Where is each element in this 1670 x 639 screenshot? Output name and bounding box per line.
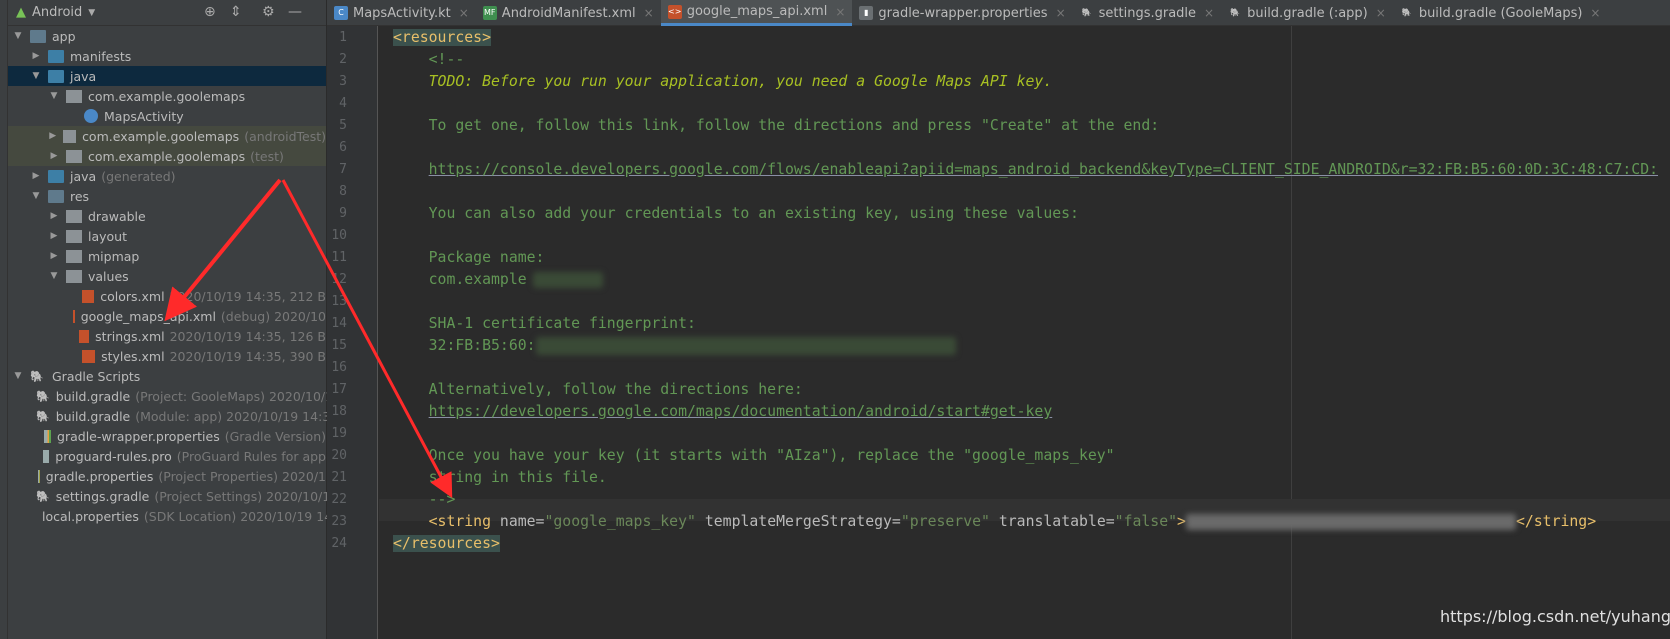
- arrow-to-maps-key-string: [281, 179, 453, 498]
- arrow-to-google-maps-api-file: [164, 178, 282, 322]
- annotation-arrows: [164, 178, 453, 498]
- watermark: https://blog.csdn.net/yuhang01: [1440, 607, 1670, 626]
